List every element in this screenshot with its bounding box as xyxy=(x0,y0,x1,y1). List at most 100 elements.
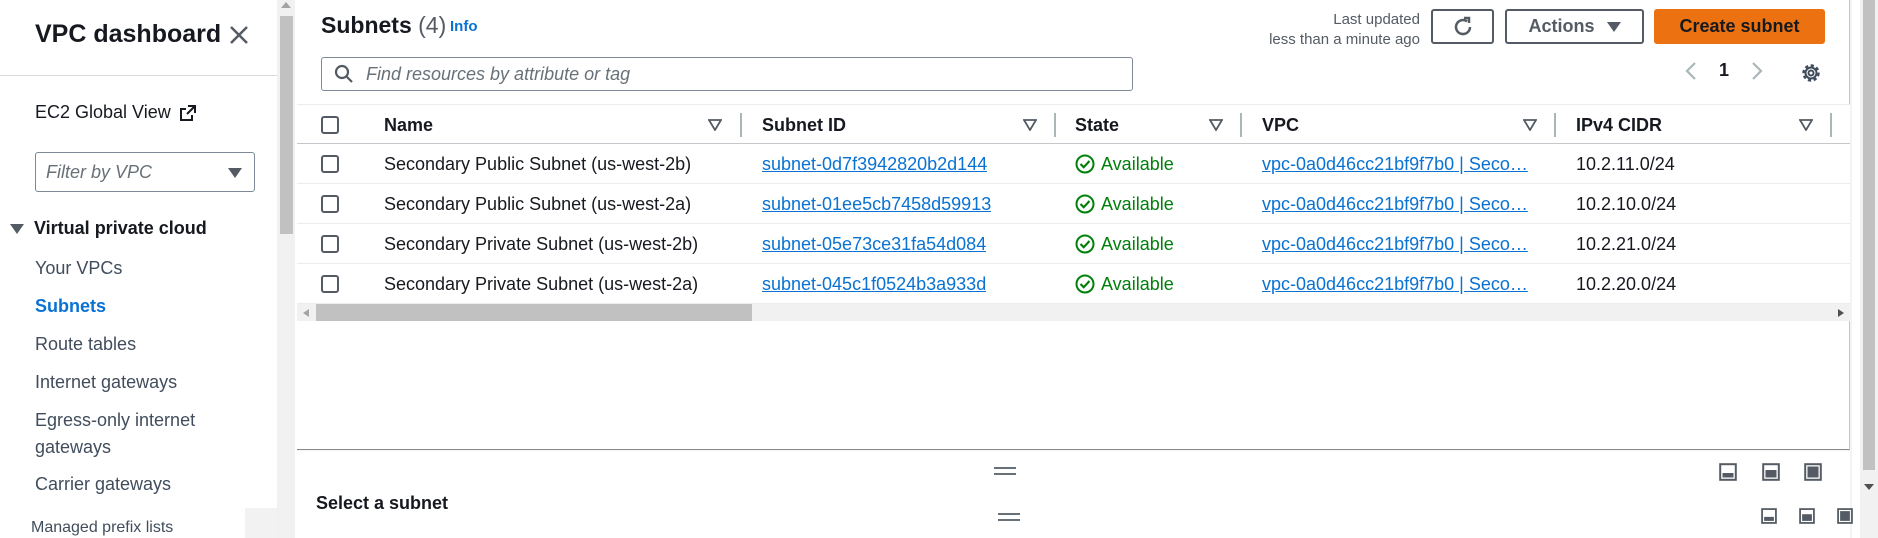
sidebar-scrollbar-thumb[interactable] xyxy=(280,16,293,234)
cell-state: Available xyxy=(1075,184,1174,224)
scroll-right-arrow-icon[interactable] xyxy=(1838,309,1844,317)
subnet-count: (4) xyxy=(418,12,447,38)
cell-vpc-link[interactable]: vpc-0a0d46cc21bf9f7b0 | Seco… xyxy=(1262,184,1532,224)
gear-icon[interactable] xyxy=(1800,62,1822,84)
cell-ipv4-cidr: 10.2.20.0/24 xyxy=(1576,273,1677,294)
column-header-ipv4-cidr[interactable]: IPv4 CIDR xyxy=(1576,105,1662,145)
cell-subnet-id-link[interactable]: subnet-01ee5cb7458d59913 xyxy=(762,184,991,224)
column-label: Subnet ID xyxy=(762,114,846,135)
column-divider[interactable] xyxy=(1240,113,1242,137)
sidebar-item-subnets[interactable]: Subnets xyxy=(35,292,106,320)
status-label: Available xyxy=(1101,273,1174,294)
scroll-down-arrow-icon[interactable] xyxy=(1864,484,1874,490)
close-icon[interactable] xyxy=(226,22,252,48)
table-row[interactable]: Secondary Public Subnet (us-west-2b) sub… xyxy=(297,144,1850,184)
cell-vpc-link[interactable]: vpc-0a0d46cc21bf9f7b0 | Seco… xyxy=(1262,264,1532,304)
column-header-state[interactable]: State xyxy=(1075,105,1119,145)
cell-ipv4-cidr: 10.2.10.0/24 xyxy=(1576,193,1677,214)
page-vertical-scrollbar-thumb[interactable] xyxy=(1863,0,1875,470)
sidebar-item-your-vpcs[interactable]: Your VPCs xyxy=(35,254,122,282)
sort-icon[interactable] xyxy=(1023,119,1037,131)
caret-down-icon xyxy=(10,223,24,234)
section-virtual-private-cloud[interactable]: Virtual private cloud xyxy=(10,218,207,239)
panel-bottom-icon[interactable] xyxy=(1719,463,1737,481)
cell-subnet-id-link[interactable]: subnet-0d7f3942820b2d144 xyxy=(762,144,987,184)
column-header-subnet-id[interactable]: Subnet ID xyxy=(762,105,846,145)
column-divider[interactable] xyxy=(1054,113,1056,137)
actions-button[interactable]: Actions xyxy=(1505,9,1644,44)
table-row[interactable]: Secondary Private Subnet (us-west-2b) su… xyxy=(297,224,1850,264)
cell-state: Available xyxy=(1075,144,1174,184)
cell-state: Available xyxy=(1075,264,1174,304)
ec2-global-view-link[interactable]: EC2 Global View xyxy=(35,102,197,123)
chevron-right-icon[interactable] xyxy=(1751,61,1763,81)
column-divider[interactable] xyxy=(1830,113,1832,137)
refresh-button[interactable] xyxy=(1431,9,1494,44)
column-divider[interactable] xyxy=(1554,113,1556,137)
cell-vpc-link[interactable]: vpc-0a0d46cc21bf9f7b0 | Seco… xyxy=(1262,144,1532,184)
row-checkbox[interactable] xyxy=(321,275,339,293)
panel-bottom-icon[interactable] xyxy=(1761,508,1777,524)
cell-name: Secondary Public Subnet (us-west-2b) xyxy=(384,153,692,174)
table-row[interactable]: Secondary Private Subnet (us-west-2a) su… xyxy=(297,264,1850,304)
sidebar-title: VPC dashboard xyxy=(35,20,222,48)
row-checkbox[interactable] xyxy=(321,195,339,213)
select-all-checkbox[interactable] xyxy=(321,116,339,134)
drag-handle-icon[interactable] xyxy=(994,467,1016,475)
scroll-up-arrow-icon[interactable] xyxy=(281,2,291,8)
sidebar-item-internet-gateways[interactable]: Internet gateways xyxy=(35,368,177,396)
scroll-left-arrow-icon[interactable] xyxy=(303,309,309,317)
status-label: Available xyxy=(1101,153,1174,174)
column-header-vpc[interactable]: VPC xyxy=(1262,105,1299,145)
cell-subnet-id-link[interactable]: subnet-045c1f0524b3a933d xyxy=(762,264,986,304)
cell-subnet-id-link[interactable]: subnet-05e73ce31fa54d084 xyxy=(762,224,986,264)
main-content: Subnets (4) Info Last updated less than … xyxy=(297,0,1853,538)
cell-vpc-link[interactable]: vpc-0a0d46cc21bf9f7b0 | Seco… xyxy=(1262,224,1532,264)
sidebar-item-carrier-gateways[interactable]: Carrier gateways xyxy=(35,470,171,498)
row-checkbox[interactable] xyxy=(321,235,339,253)
sidebar-item-route-tables[interactable]: Route tables xyxy=(35,330,136,358)
pagination: 1 xyxy=(1685,60,1763,81)
chevron-left-icon[interactable] xyxy=(1685,61,1697,81)
sort-icon[interactable] xyxy=(1209,119,1223,131)
column-header-name[interactable]: Name xyxy=(384,105,433,145)
sort-icon[interactable] xyxy=(1799,119,1813,131)
cell-name: Secondary Public Subnet (us-west-2a) xyxy=(384,193,692,214)
subnets-panel: Subnets (4) Info Last updated less than … xyxy=(297,0,1850,450)
page-title: Subnets (4) xyxy=(321,12,446,39)
cell-state: Available xyxy=(1075,224,1174,264)
table-horizontal-scrollbar-thumb[interactable] xyxy=(316,304,752,321)
column-label: Name xyxy=(384,114,434,135)
last-updated-value: less than a minute ago xyxy=(1269,31,1420,48)
column-label: State xyxy=(1075,114,1120,135)
cell-name: Secondary Private Subnet (us-west-2b) xyxy=(384,233,699,254)
column-label: IPv4 CIDR xyxy=(1576,114,1663,135)
panel-full-icon[interactable] xyxy=(1837,508,1853,524)
create-subnet-button[interactable]: Create subnet xyxy=(1654,9,1825,44)
search-placeholder: Find resources by attribute or tag xyxy=(366,63,631,84)
sort-icon[interactable] xyxy=(1523,119,1537,131)
caret-down-icon xyxy=(228,168,242,178)
sidebar-item-egress-only-internet-gateways[interactable]: Egress-only internet xyxy=(35,406,195,434)
table-header: Name Subnet ID State VPC IPv4 CIDR xyxy=(297,104,1850,144)
current-page[interactable]: 1 xyxy=(1719,60,1729,81)
sidebar-item-egress-only-internet-gateways-line2[interactable]: gateways xyxy=(35,433,111,461)
cell-name: Secondary Private Subnet (us-west-2a) xyxy=(384,273,699,294)
status-check-icon xyxy=(1075,234,1095,254)
drag-handle-icon[interactable] xyxy=(998,513,1020,521)
sort-icon[interactable] xyxy=(708,119,722,131)
search-icon xyxy=(334,64,353,83)
row-checkbox[interactable] xyxy=(321,155,339,173)
panel-side-icon[interactable] xyxy=(1799,508,1815,524)
panel-full-icon[interactable] xyxy=(1804,463,1822,481)
sidebar-item-managed-prefix-lists[interactable]: Managed prefix lists xyxy=(31,514,173,538)
panel-side-icon[interactable] xyxy=(1762,463,1780,481)
info-link[interactable]: Info xyxy=(450,18,478,35)
filter-by-vpc-select[interactable]: Filter by VPC xyxy=(35,152,255,192)
column-label: VPC xyxy=(1262,114,1300,135)
column-divider[interactable] xyxy=(740,113,742,137)
table-row[interactable]: Secondary Public Subnet (us-west-2a) sub… xyxy=(297,184,1850,224)
status-check-icon xyxy=(1075,274,1095,294)
caret-down-icon xyxy=(1606,21,1621,32)
search-input[interactable]: Find resources by attribute or tag xyxy=(321,57,1133,91)
